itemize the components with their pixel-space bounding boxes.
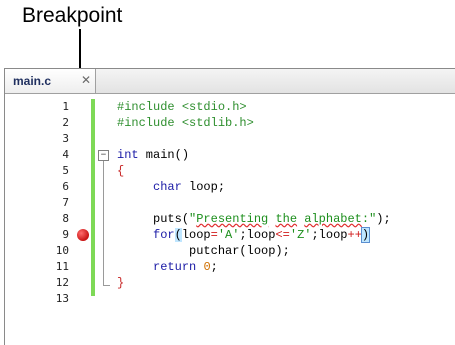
preprocessor-directive: #include xyxy=(117,100,175,114)
breakpoint-marker-icon[interactable] xyxy=(77,229,89,241)
string-word-misspelled: the xyxy=(275,212,298,226)
fold-guide-line xyxy=(103,161,104,285)
line-number: 7 xyxy=(62,196,69,209)
close-icon[interactable]: ✕ xyxy=(81,73,91,87)
loop-condition-var: ;loop xyxy=(239,228,276,242)
code-line-8: puts("Presenting the alphabet:"); xyxy=(117,211,391,227)
function-signature: main() xyxy=(138,148,190,162)
line-number: 8 xyxy=(62,212,69,225)
close-brace: } xyxy=(117,276,125,290)
tab-bar: main.c ✕ xyxy=(5,69,455,94)
code-line-1: #include <stdio.h> xyxy=(117,99,247,115)
type-keyword: int xyxy=(117,148,139,162)
for-keyword: for xyxy=(153,228,175,242)
line-number: 1 xyxy=(62,100,69,113)
code-line-2: #include <stdlib.h> xyxy=(117,115,254,131)
code-line-6: char loop; xyxy=(117,179,225,195)
modified-lines-bar xyxy=(91,99,95,296)
tab-main-c[interactable]: main.c ✕ xyxy=(5,69,96,93)
fold-collapse-icon[interactable]: − xyxy=(98,150,109,161)
loop-var: loop xyxy=(181,228,211,242)
code-editor: main.c ✕ 1 2 3 4 5 6 7 8 9 10 11 12 13 −… xyxy=(4,68,455,345)
line-number: 3 xyxy=(62,132,69,145)
line-number: 2 xyxy=(62,116,69,129)
include-header: <stdio.h> xyxy=(181,100,247,114)
line-number: 13 xyxy=(55,292,69,305)
loop-increment-var: ;loop xyxy=(311,228,348,242)
assign-operator: = xyxy=(210,228,218,242)
code-line-4: int main() xyxy=(117,147,189,163)
statement-end: ; xyxy=(210,260,218,274)
preprocessor-directive: #include xyxy=(117,116,175,130)
string-word-misspelled: alphabet xyxy=(304,212,362,226)
matched-paren-right: ) xyxy=(360,227,371,243)
function-call: putchar(loop); xyxy=(189,244,290,258)
compare-operator: <= xyxy=(275,228,290,242)
line-number: 5 xyxy=(62,164,69,177)
matched-paren-left: ( xyxy=(174,228,182,242)
open-brace: { xyxy=(117,164,125,178)
function-call: puts( xyxy=(153,212,190,226)
line-number: 11 xyxy=(55,260,69,273)
number-literal: 0 xyxy=(203,260,211,274)
increment-operator: ++ xyxy=(347,228,362,242)
include-header: <stdlib.h> xyxy=(181,116,254,130)
char-literal: 'Z' xyxy=(289,228,312,242)
statement-end: ); xyxy=(376,212,391,226)
code-line-9: for(loop='A';loop<='Z';loop++) xyxy=(117,227,371,243)
fold-guide-end xyxy=(103,285,110,286)
char-literal: 'A' xyxy=(217,228,240,242)
tab-label: main.c xyxy=(13,74,52,88)
code-line-12: } xyxy=(117,275,124,291)
code-line-5: { xyxy=(117,163,124,179)
line-number: 9 xyxy=(62,228,69,241)
string-quote: :" xyxy=(361,212,377,226)
code-line-11: return 0; xyxy=(117,259,218,275)
line-number: 10 xyxy=(55,244,69,257)
type-keyword: char xyxy=(153,180,182,194)
return-keyword: return xyxy=(153,260,197,274)
line-number: 12 xyxy=(55,276,69,289)
string-word-misspelled: Presenting xyxy=(196,212,269,226)
line-number: 4 xyxy=(62,148,69,161)
variable-declaration: loop; xyxy=(181,180,226,194)
breakpoint-callout-label: Breakpoint xyxy=(22,4,123,27)
line-number: 6 xyxy=(62,180,69,193)
code-line-10: putchar(loop); xyxy=(117,243,290,259)
